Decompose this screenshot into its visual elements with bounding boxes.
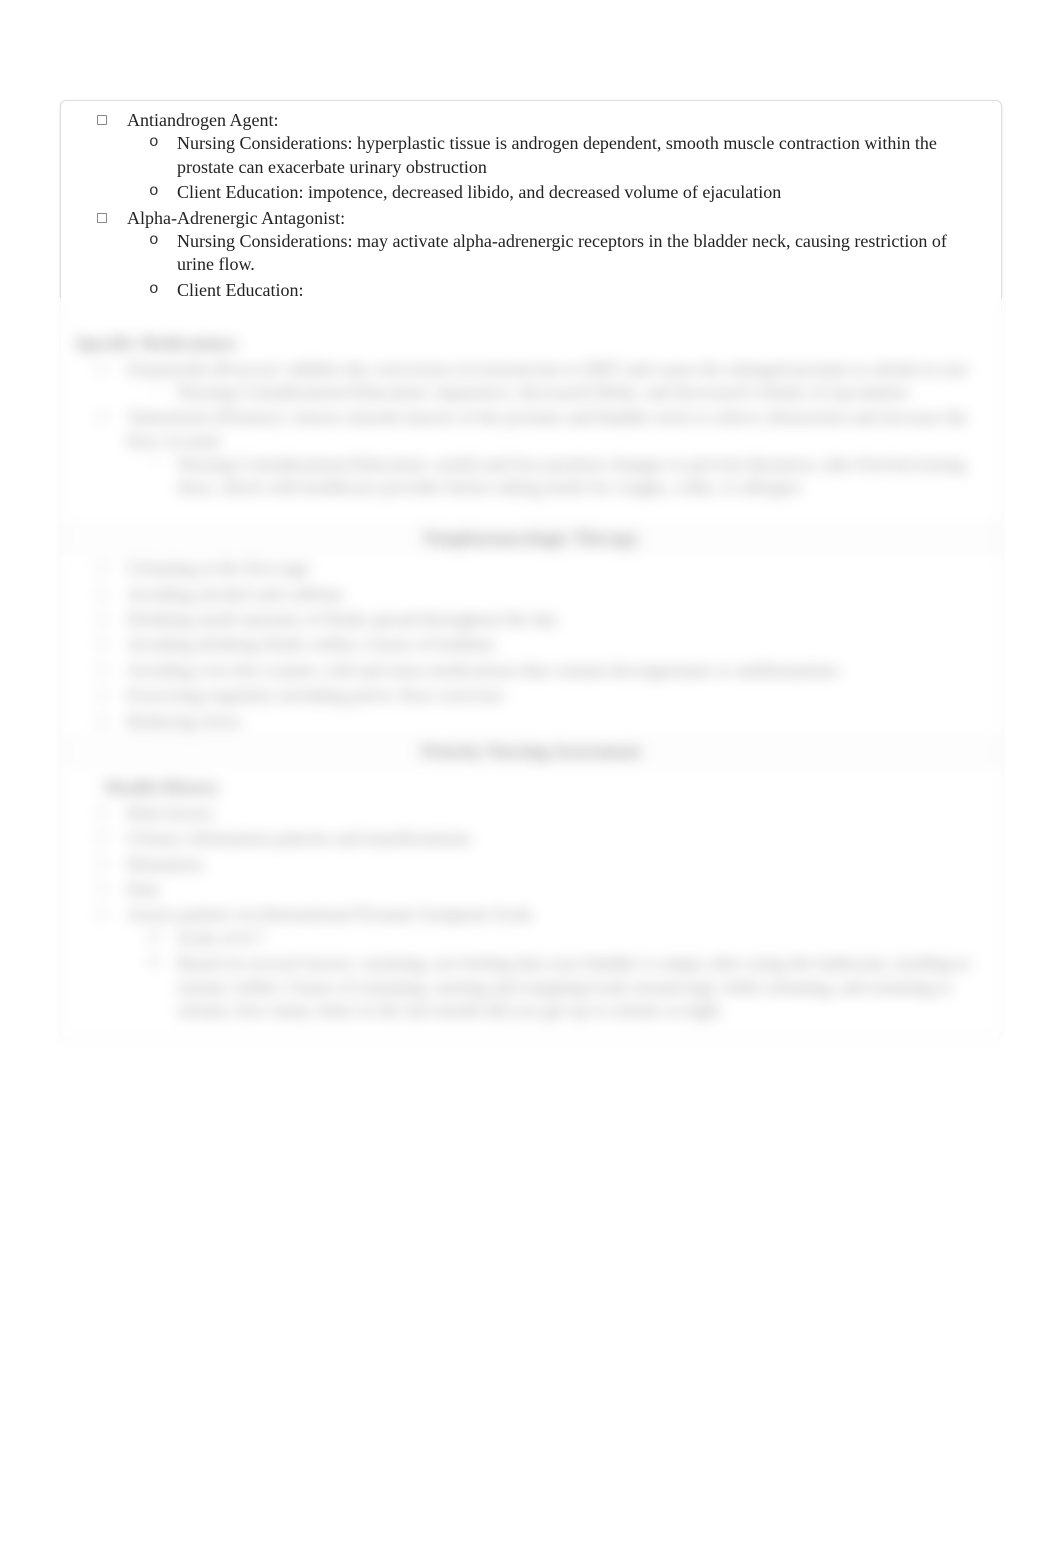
list-item: Nursing Considerations: may activate alp… [177, 230, 987, 277]
list-item: Exercising regularly including pelvic fl… [127, 684, 987, 707]
list-item: Urinary elimination patterns and manifes… [127, 827, 987, 850]
list-item: Reducing stress [127, 710, 987, 733]
item-label: Antiandrogen Agent: [127, 110, 278, 130]
list-item: Avoiding alcohol and caffeine [127, 583, 987, 606]
document-card: Antiandrogen Agent: Nursing Consideratio… [60, 100, 1002, 1039]
list-item: Tamsulosin (Flomax): relaxes smooth musc… [127, 406, 987, 500]
item-text: Pain [127, 879, 159, 899]
item-label: Alpha-Adrenergic Antagonist: [127, 208, 345, 228]
list-item: Finasteride (Proscar): inhibits the conv… [127, 358, 987, 405]
item-text: Reducing stress [127, 711, 240, 731]
sublist: Scale of 0-7 Based on several factors: s… [127, 927, 987, 1023]
item-text: Urinating at the first urge [127, 558, 310, 578]
list-item: Assess patient via International Prostat… [127, 903, 987, 1022]
sublist: Nursing Considerations/Education: useful… [127, 453, 987, 500]
health-history-heading: Health History [105, 776, 987, 799]
item-text: Client Education: impotence, decreased l… [177, 182, 781, 202]
list-item: Antiandrogen Agent: Nursing Consideratio… [127, 109, 987, 205]
sublist: Nursing Considerations: may activate alp… [127, 230, 987, 302]
health-history-list: Risk factors Urinary elimination pattern… [75, 802, 987, 1023]
item-text: Avoiding over-the-counter cold and sinus… [127, 660, 839, 680]
sublist: Nursing Considerations/Education: impote… [127, 381, 987, 404]
list-item: Risk factors [127, 802, 987, 825]
list-item: Alpha-Adrenergic Antagonist: Nursing Con… [127, 207, 987, 303]
list-item: Nursing Considerations/Education: impote… [177, 381, 987, 404]
item-text: Assess patient via International Prostat… [127, 904, 533, 924]
item-label: Tamsulosin (Flomax): relaxes smooth musc… [127, 407, 968, 450]
item-text: Hematuria [127, 854, 203, 874]
list-item: Client Education: [177, 279, 987, 302]
list-item: Based on several factors: straining, not… [177, 952, 987, 1022]
list-item: Client Education: impotence, decreased l… [177, 181, 987, 204]
item-text: Urinary elimination patterns and manifes… [127, 828, 471, 848]
list-item: Pain [127, 878, 987, 901]
sublist: Nursing Considerations: hyperplastic tis… [127, 132, 987, 204]
nonpharm-heading: Nonpharmacologic Therapy [61, 524, 1001, 553]
list-item: Nursing Considerations/Education: useful… [177, 453, 987, 500]
item-text: Avoiding drinking fluids within 2 hours … [127, 634, 495, 654]
item-text: Nursing Considerations: may activate alp… [177, 231, 947, 274]
nonpharm-list: Urinating at the first urge Avoiding alc… [75, 557, 987, 733]
assessment-heading: Priority Nursing Assessment [61, 737, 1001, 766]
item-text: Based on several factors: straining, not… [177, 953, 970, 1020]
list-item: Hematuria [127, 853, 987, 876]
item-text: Client Education: [177, 280, 303, 300]
list-item: Avoiding drinking fluids within 2 hours … [127, 633, 987, 656]
item-text: Nursing Considerations/Education: useful… [177, 454, 965, 497]
list-item: Urinating at the first urge [127, 557, 987, 580]
item-text: Drinking small amounts of fluids spread … [127, 609, 558, 629]
list-item: Nursing Considerations: hyperplastic tis… [177, 132, 987, 179]
specific-medications-list: Finasteride (Proscar): inhibits the conv… [75, 358, 987, 500]
item-text: Scale of 0-7 [177, 928, 264, 948]
list-item: Drinking small amounts of fluids spread … [127, 608, 987, 631]
drug-class-list: Antiandrogen Agent: Nursing Consideratio… [75, 109, 987, 302]
item-text: Risk factors [127, 803, 213, 823]
item-text: Avoiding alcohol and caffeine [127, 584, 344, 604]
list-item: Avoiding over-the-counter cold and sinus… [127, 659, 987, 682]
item-text: Nursing Considerations/Education: impote… [177, 382, 908, 402]
item-text: Nursing Considerations: hyperplastic tis… [177, 133, 937, 176]
item-label: Finasteride (Proscar): inhibits the conv… [127, 359, 969, 379]
item-text: Exercising regularly including pelvic fl… [127, 685, 504, 705]
list-item: Scale of 0-7 [177, 927, 987, 950]
specific-medications-heading: Specific Medications: [75, 332, 987, 355]
